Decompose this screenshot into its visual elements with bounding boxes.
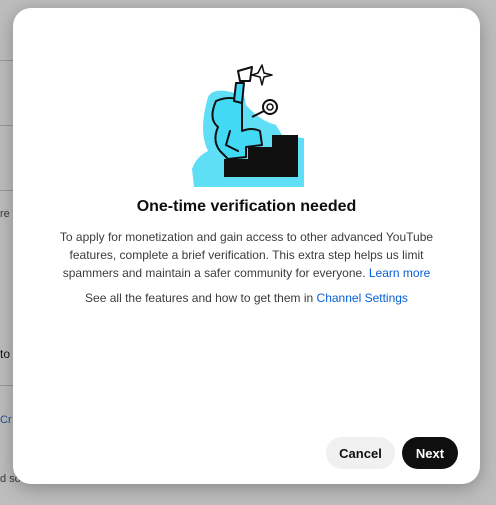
- settings-hint-text: See all the features and how to get them…: [85, 291, 317, 305]
- cancel-button[interactable]: Cancel: [326, 437, 395, 469]
- verification-stairs-illustration: [192, 64, 304, 187]
- learn-more-link[interactable]: Learn more: [369, 266, 430, 280]
- background-link-fragment: Cr: [0, 414, 12, 426]
- channel-settings-link[interactable]: Channel Settings: [317, 291, 408, 305]
- verification-dialog: One-time verification needed To apply fo…: [13, 8, 480, 484]
- dialog-title: One-time verification needed: [136, 198, 357, 215]
- settings-hint: See all the features and how to get them…: [13, 291, 480, 305]
- background-text-fragment: to: [0, 347, 11, 361]
- next-button[interactable]: Next: [402, 437, 458, 469]
- dialog-body-text: To apply for monetization and gain acces…: [53, 228, 440, 282]
